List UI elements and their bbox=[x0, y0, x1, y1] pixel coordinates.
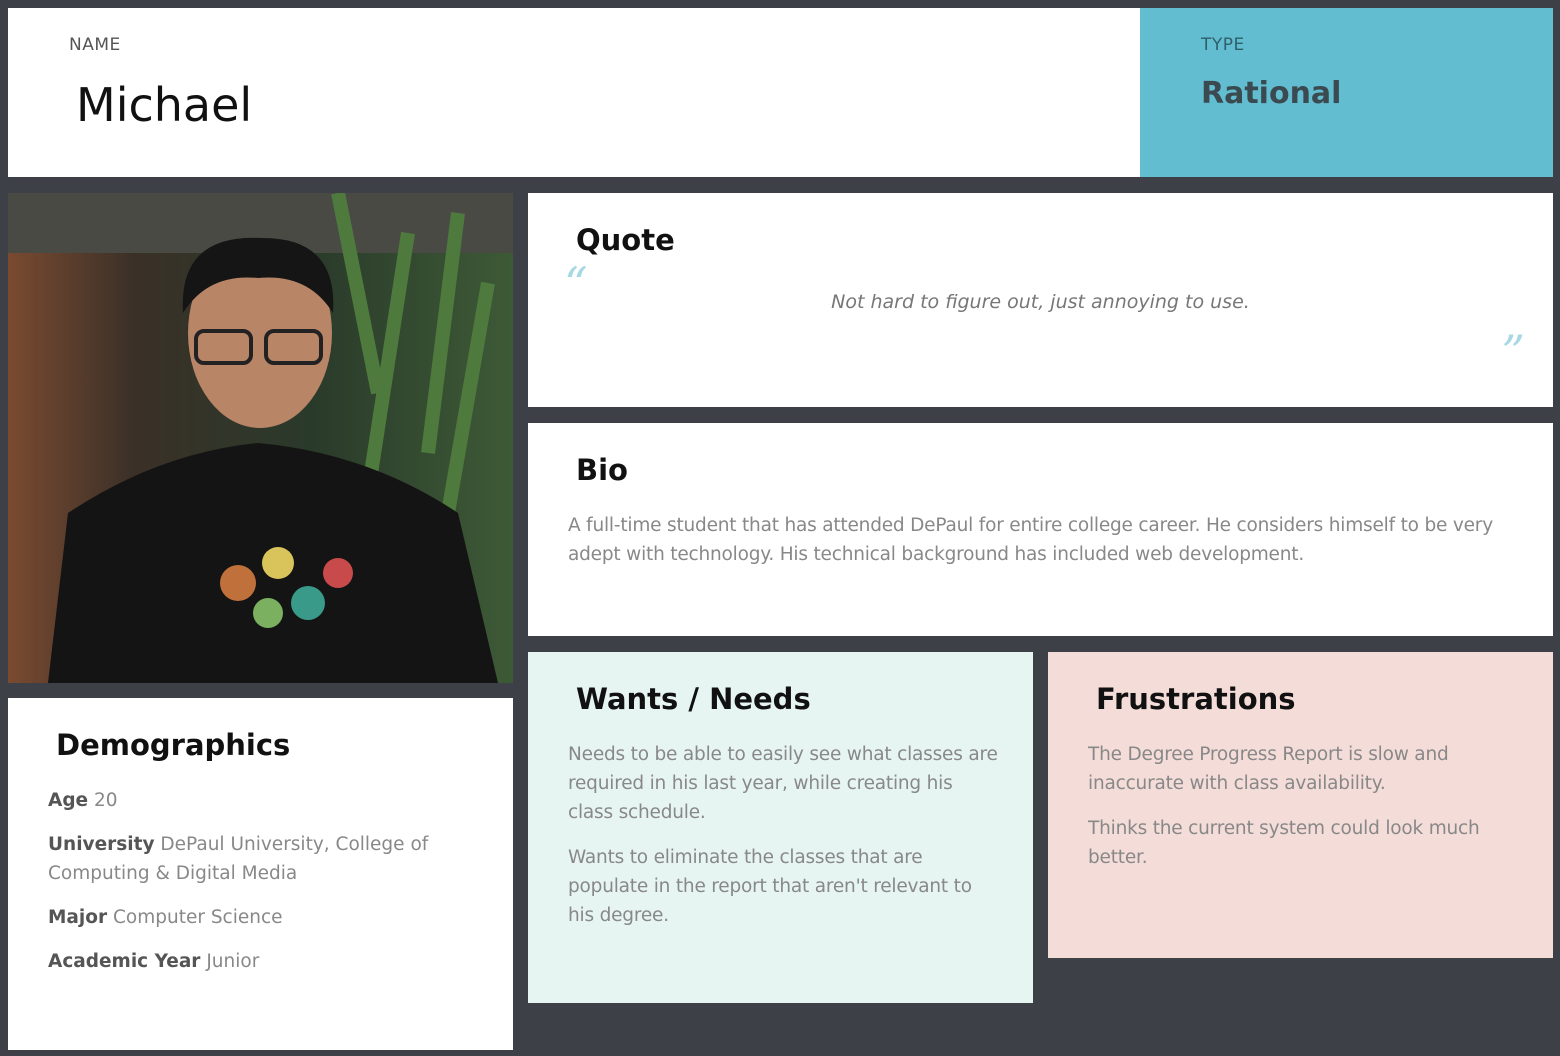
wants-needs-list: Needs to be able to easily see what clas… bbox=[568, 740, 998, 946]
bio-title: Bio bbox=[576, 453, 628, 487]
quote-title: Quote bbox=[576, 223, 675, 257]
frustration-item: Thinks the current system could look muc… bbox=[1088, 818, 1480, 868]
bio-text: A full-time student that has attended De… bbox=[568, 515, 1493, 565]
bio-panel: Bio A full-time student that has attende… bbox=[528, 423, 1553, 636]
wants-item: Needs to be able to easily see what clas… bbox=[568, 744, 998, 823]
persona-photo bbox=[8, 193, 513, 683]
quote-panel: Quote “ Not hard to figure out, just ann… bbox=[528, 193, 1553, 407]
demographics-panel: Demographics Age 20 University DePaul Un… bbox=[8, 698, 513, 1050]
frustration-item: The Degree Progress Report is slow and i… bbox=[1088, 744, 1449, 794]
demographic-age: Age 20 bbox=[48, 790, 118, 811]
type-label: TYPE bbox=[1201, 35, 1245, 55]
name-panel: NAME Michael bbox=[8, 8, 1140, 177]
close-quote-icon: ” bbox=[1501, 325, 1525, 379]
wants-needs-title: Wants / Needs bbox=[576, 682, 811, 716]
person-silhouette-icon bbox=[8, 193, 513, 683]
frustrations-title: Frustrations bbox=[1096, 682, 1296, 716]
demographics-title: Demographics bbox=[56, 728, 291, 762]
wants-item: Wants to eliminate the classes that are … bbox=[568, 847, 972, 926]
persona-type: Rational bbox=[1201, 76, 1342, 111]
demographic-university: University DePaul University, College of… bbox=[48, 834, 429, 884]
quote-text: Not hard to figure out, just annoying to… bbox=[831, 291, 1250, 313]
frustrations-panel: Frustrations The Degree Progress Report … bbox=[1048, 652, 1553, 958]
type-panel: TYPE Rational bbox=[1140, 8, 1553, 177]
wants-needs-panel: Wants / Needs Needs to be able to easily… bbox=[528, 652, 1033, 1003]
demographic-academic-year: Academic Year Junior bbox=[48, 951, 260, 972]
name-label: NAME bbox=[69, 35, 121, 55]
demographic-major: Major Computer Science bbox=[48, 907, 283, 928]
frustrations-list: The Degree Progress Report is slow and i… bbox=[1088, 740, 1508, 888]
persona-name: Michael bbox=[76, 78, 253, 132]
